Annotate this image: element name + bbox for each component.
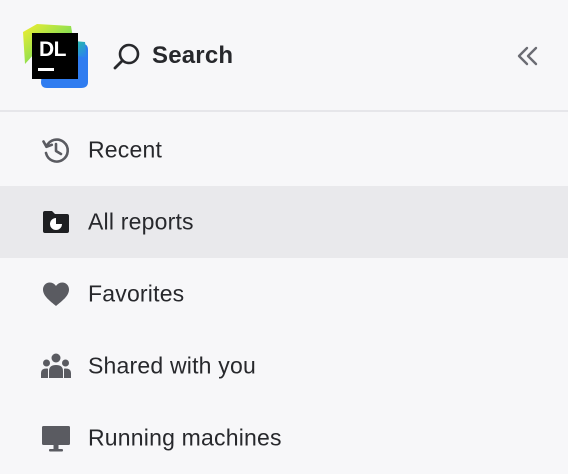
search-button[interactable]: Search [112, 36, 233, 76]
sidebar: DL Search Recent All reports Favorites S… [0, 0, 568, 474]
monitor-icon [40, 422, 72, 454]
sidebar-header: DL Search [0, 0, 568, 112]
history-icon [40, 134, 72, 166]
sidebar-item-label: Shared with you [88, 352, 256, 379]
collapse-sidebar-button[interactable] [514, 42, 542, 70]
people-icon [40, 350, 72, 382]
search-label: Search [152, 42, 234, 69]
sidebar-item-running-machines[interactable]: Running machines [0, 402, 568, 474]
sidebar-item-label: All reports [88, 208, 194, 235]
sidebar-item-shared-with-you[interactable]: Shared with you [0, 330, 568, 402]
sidebar-item-favorites[interactable]: Favorites [0, 258, 568, 330]
logo-text: DL [39, 38, 67, 61]
folder-report-icon [40, 206, 72, 238]
app-logo[interactable]: DL [23, 24, 89, 88]
heart-icon [40, 278, 72, 310]
sidebar-item-all-reports[interactable]: All reports [0, 186, 568, 258]
search-icon [113, 43, 140, 70]
sidebar-item-label: Favorites [88, 280, 185, 307]
sidebar-item-label: Running machines [88, 424, 282, 451]
sidebar-item-label: Recent [88, 136, 163, 163]
double-chevron-left-icon [517, 46, 538, 66]
sidebar-item-recent[interactable]: Recent [0, 114, 568, 186]
